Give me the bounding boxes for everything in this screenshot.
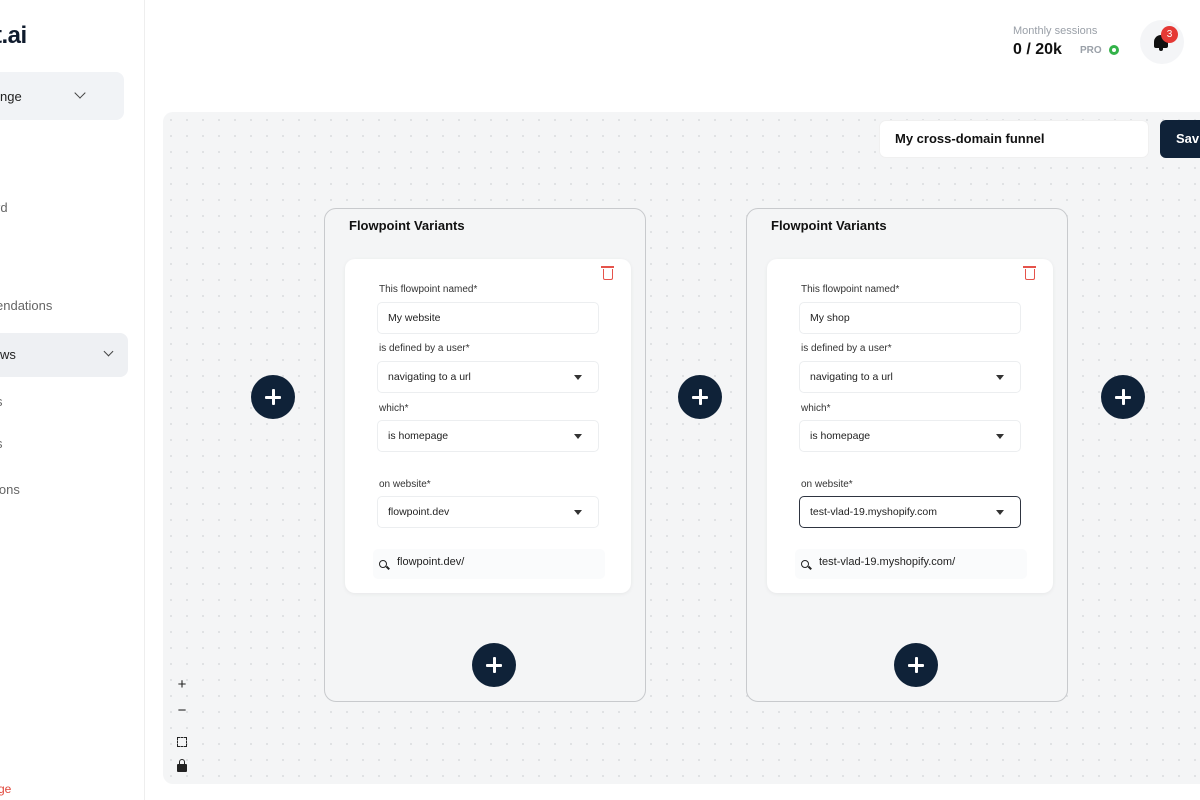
sidebar-subitem-3[interactable]: ions bbox=[0, 482, 20, 497]
search-icon bbox=[379, 560, 387, 568]
add-step-between-button[interactable] bbox=[678, 375, 722, 419]
website-select-value: flowpoint.dev bbox=[388, 506, 450, 518]
sidebar-item-upgrade[interactable]: ge bbox=[0, 782, 11, 796]
monthly-sessions-label: Monthly sessions bbox=[1013, 25, 1098, 37]
which-select-value: is homepage bbox=[810, 430, 871, 442]
flowpoint-card: This flowpoint named* My website is defi… bbox=[345, 259, 631, 593]
save-button[interactable]: Sav bbox=[1160, 120, 1200, 158]
website-select-value: test-vlad-19.myshopify.com bbox=[810, 506, 938, 518]
workspace-select[interactable]: nge bbox=[0, 72, 124, 120]
add-variant-button[interactable] bbox=[894, 643, 938, 687]
zoom-out-button[interactable]: − bbox=[171, 700, 193, 722]
defined-select[interactable]: navigating to a url bbox=[799, 361, 1021, 393]
plan-status-icon bbox=[1109, 45, 1119, 55]
sidebar-item-label: ws bbox=[0, 347, 16, 362]
plan-badge: PRO bbox=[1080, 45, 1102, 56]
name-label: This flowpoint named* bbox=[379, 284, 478, 295]
search-icon bbox=[801, 560, 809, 568]
url-value: flowpoint.dev/ bbox=[397, 556, 465, 568]
website-label: on website* bbox=[801, 479, 853, 490]
sidebar-subitem-2[interactable]: s bbox=[0, 436, 3, 451]
chevron-down-icon bbox=[74, 87, 86, 99]
defined-label: is defined by a user* bbox=[379, 343, 470, 354]
sidebar-item-flows[interactable]: ws bbox=[0, 333, 128, 377]
which-select-value: is homepage bbox=[388, 430, 449, 442]
which-select[interactable]: is homepage bbox=[377, 420, 599, 452]
panel-title: Flowpoint Variants bbox=[771, 218, 887, 233]
zoom-in-button[interactable]: + bbox=[171, 674, 193, 696]
caret-down-icon bbox=[996, 510, 1004, 515]
website-label: on website* bbox=[379, 479, 431, 490]
lock-icon[interactable] bbox=[177, 759, 187, 772]
website-select[interactable]: test-vlad-19.myshopify.com bbox=[799, 496, 1021, 528]
which-select[interactable]: is homepage bbox=[799, 420, 1021, 452]
app-logo: t.ai bbox=[0, 22, 27, 49]
notifications-button[interactable] bbox=[1140, 20, 1184, 64]
add-step-before-button[interactable] bbox=[251, 375, 295, 419]
fit-view-icon[interactable] bbox=[177, 737, 187, 747]
sidebar-item-dashboard[interactable]: rd bbox=[0, 200, 8, 215]
funnel-name-input[interactable]: My cross-domain funnel bbox=[880, 121, 1148, 157]
add-variant-button[interactable] bbox=[472, 643, 516, 687]
url-search[interactable]: flowpoint.dev/ bbox=[373, 549, 605, 579]
name-field[interactable]: My website bbox=[377, 302, 599, 334]
sidebar: t.ai nge rd endations ws s s ions ge bbox=[0, 0, 145, 800]
name-label: This flowpoint named* bbox=[801, 284, 900, 295]
panel-title: Flowpoint Variants bbox=[349, 218, 465, 233]
caret-down-icon bbox=[996, 434, 1004, 439]
defined-select-value: navigating to a url bbox=[388, 371, 471, 383]
caret-down-icon bbox=[574, 375, 582, 380]
add-step-after-button[interactable] bbox=[1101, 375, 1145, 419]
name-field[interactable]: My shop bbox=[799, 302, 1021, 334]
monthly-sessions-value: 0 / 20k bbox=[1013, 41, 1062, 58]
chevron-down-icon bbox=[103, 346, 114, 357]
defined-select-value: navigating to a url bbox=[810, 371, 893, 383]
zoom-controls: + − bbox=[171, 674, 193, 778]
defined-select[interactable]: navigating to a url bbox=[377, 361, 599, 393]
sidebar-item-recommendations[interactable]: endations bbox=[0, 298, 52, 313]
caret-down-icon bbox=[996, 375, 1004, 380]
trash-icon[interactable] bbox=[601, 266, 614, 280]
sidebar-subitem-1[interactable]: s bbox=[0, 394, 3, 409]
workspace-label: nge bbox=[0, 88, 22, 104]
flowpoint-panel-2: Flowpoint Variants This flowpoint named*… bbox=[746, 208, 1068, 702]
caret-down-icon bbox=[574, 434, 582, 439]
url-search[interactable]: test-vlad-19.myshopify.com/ bbox=[795, 549, 1027, 579]
flowpoint-panel-1: Flowpoint Variants This flowpoint named*… bbox=[324, 208, 646, 702]
flowpoint-card: This flowpoint named* My shop is defined… bbox=[767, 259, 1053, 593]
website-select[interactable]: flowpoint.dev bbox=[377, 496, 599, 528]
which-label: which* bbox=[379, 403, 409, 414]
url-value: test-vlad-19.myshopify.com/ bbox=[819, 556, 956, 568]
which-label: which* bbox=[801, 403, 831, 414]
caret-down-icon bbox=[574, 510, 582, 515]
notification-count-badge: 3 bbox=[1161, 26, 1178, 43]
defined-label: is defined by a user* bbox=[801, 343, 892, 354]
trash-icon[interactable] bbox=[1023, 266, 1036, 280]
